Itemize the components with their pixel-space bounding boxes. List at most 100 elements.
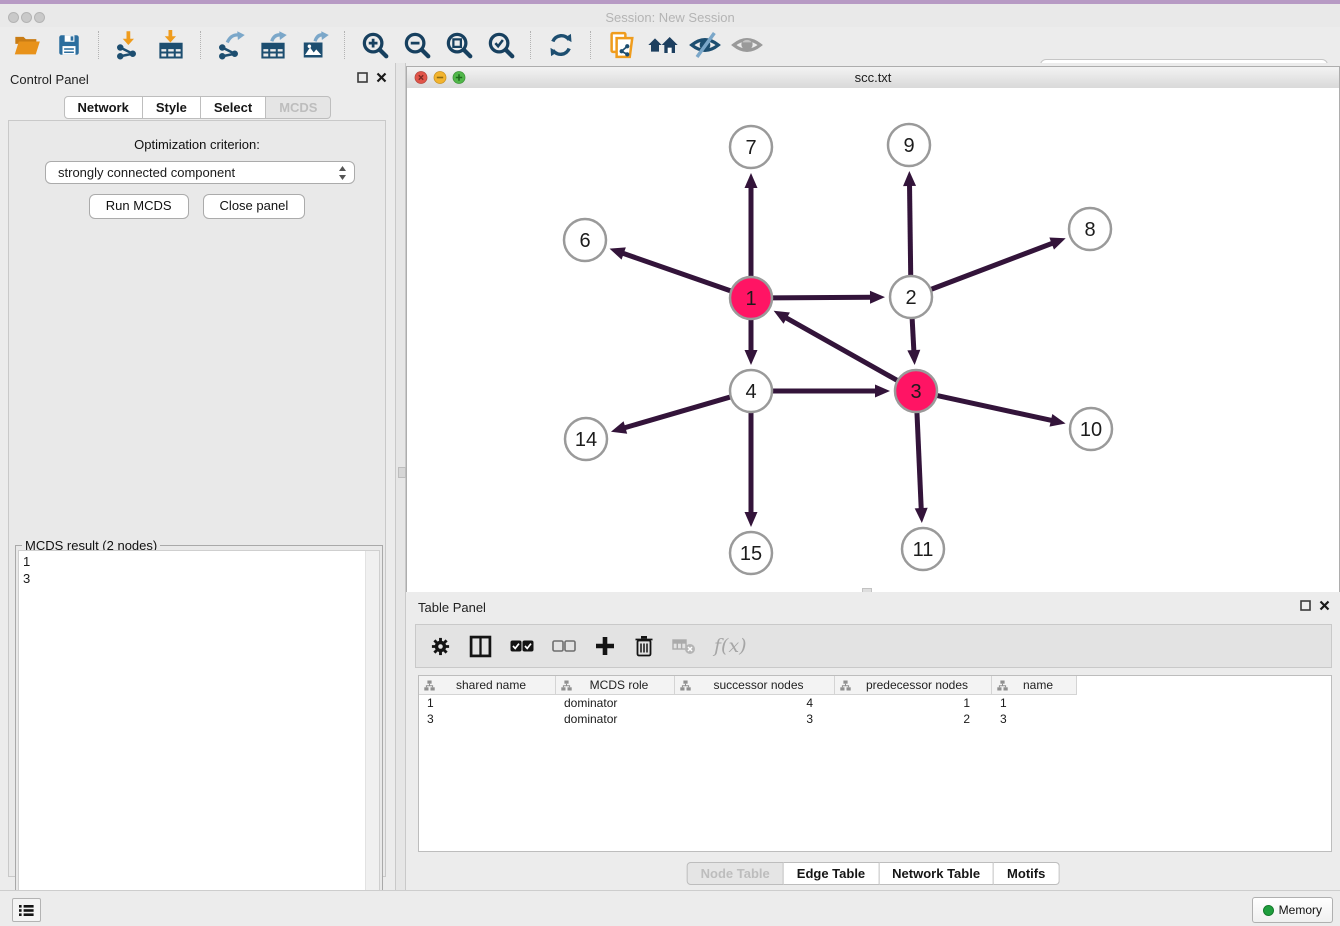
node-table[interactable]: shared nameMCDS role successor nodes prede… xyxy=(418,675,1332,852)
zoom-in-icon[interactable] xyxy=(358,29,392,61)
table-cell[interactable]: 3 xyxy=(992,711,1077,727)
open-session-icon[interactable] xyxy=(10,29,44,61)
mcds-result-line: 1 xyxy=(23,553,375,570)
import-table-icon[interactable] xyxy=(154,29,188,61)
tab-network-table[interactable]: Network Table xyxy=(879,862,994,885)
table-row[interactable]: 3dominator323 xyxy=(419,711,1331,727)
export-table-icon[interactable] xyxy=(256,29,290,61)
tab-mcds[interactable]: MCDS xyxy=(266,96,331,119)
float-table-panel-icon[interactable] xyxy=(1300,600,1311,611)
table-cell[interactable]: 1 xyxy=(992,695,1077,711)
network-graph[interactable]: 7968124314101511 xyxy=(407,88,1339,591)
memory-button[interactable]: Memory xyxy=(1252,897,1333,923)
column-header-predecessor-nodes[interactable]: predecessor nodes xyxy=(835,676,992,695)
table-cell[interactable]: 1 xyxy=(835,695,992,711)
run-mcds-button[interactable]: Run MCDS xyxy=(89,194,189,219)
task-history-button[interactable] xyxy=(12,898,41,922)
add-icon[interactable] xyxy=(594,635,616,657)
graph-node-label: 1 xyxy=(745,288,756,310)
close-table-panel-icon[interactable] xyxy=(1319,600,1330,611)
import-network-icon[interactable] xyxy=(112,29,146,61)
graph-edge-3-10[interactable] xyxy=(936,395,1053,420)
memory-status-icon xyxy=(1263,905,1274,916)
save-session-icon[interactable] xyxy=(52,29,86,61)
show-column-icon[interactable] xyxy=(469,635,492,658)
column-type-icon xyxy=(997,680,1008,691)
column-header-shared-name[interactable]: shared name xyxy=(419,676,556,695)
table-cell[interactable]: 2 xyxy=(835,711,992,727)
close-panel-button[interactable]: Close panel xyxy=(203,194,306,219)
toolbar-separator xyxy=(590,31,592,59)
zoom-out-icon[interactable] xyxy=(400,29,434,61)
table-cell[interactable]: dominator xyxy=(556,711,675,727)
tab-motifs[interactable]: Motifs xyxy=(994,862,1059,885)
deselect-all-icon[interactable] xyxy=(552,639,576,653)
table-cell[interactable]: 3 xyxy=(419,711,556,727)
delete-table-icon[interactable] xyxy=(672,637,696,655)
apply-layout-icon[interactable] xyxy=(544,29,578,61)
graph-edge-arrowhead xyxy=(907,350,920,365)
delete-icon[interactable] xyxy=(634,635,654,657)
network-window-titlebar[interactable]: scc.txt xyxy=(407,67,1339,89)
graph-edge-arrowhead xyxy=(745,512,758,527)
select-stepper-icon xyxy=(338,165,347,181)
toolbar-separator xyxy=(200,31,202,59)
graph-node-label: 4 xyxy=(745,381,756,403)
memory-label: Memory xyxy=(1279,903,1322,917)
table-cell[interactable]: 1 xyxy=(419,695,556,711)
graph-edge-arrowhead xyxy=(1050,414,1066,427)
graph-edge-1-2[interactable] xyxy=(771,297,872,298)
export-network-icon[interactable] xyxy=(214,29,248,61)
tab-style[interactable]: Style xyxy=(143,96,201,119)
show-graphics-details-icon[interactable] xyxy=(688,29,722,61)
table-cell[interactable]: dominator xyxy=(556,695,675,711)
graph-node-label: 6 xyxy=(579,230,590,252)
mcds-result-box: MCDS result (2 nodes) 13 xyxy=(15,545,383,925)
column-header-label: predecessor nodes xyxy=(855,678,991,692)
graph-edge-3-11[interactable] xyxy=(917,411,921,510)
select-all-icon[interactable] xyxy=(510,639,534,653)
graph-edge-3-1[interactable] xyxy=(785,317,899,381)
tab-select[interactable]: Select xyxy=(201,96,266,119)
window-title: Session: New Session xyxy=(0,10,1340,25)
graph-edge-2-9[interactable] xyxy=(910,184,911,277)
graph-edge-2-8[interactable] xyxy=(930,243,1054,290)
graph-edge-1-6[interactable] xyxy=(622,253,732,292)
control-panel-tabs: NetworkStyleSelectMCDS xyxy=(64,96,332,119)
close-panel-icon[interactable] xyxy=(376,72,387,83)
table-settings-gear-icon[interactable] xyxy=(430,636,451,657)
graph-node-label: 14 xyxy=(575,429,597,451)
level-of-detail-icon[interactable] xyxy=(730,29,764,61)
result-scrollbar[interactable] xyxy=(365,551,379,921)
table-row[interactable]: 1dominator411 xyxy=(419,695,1331,711)
tab-node-table[interactable]: Node Table xyxy=(687,862,784,885)
table-cell[interactable]: 4 xyxy=(675,695,835,711)
table-cell[interactable]: 3 xyxy=(675,711,835,727)
tab-edge-table[interactable]: Edge Table xyxy=(784,862,879,885)
column-header-successor-nodes[interactable]: successor nodes xyxy=(675,676,835,695)
clone-network-icon[interactable] xyxy=(604,29,638,61)
toolbar-separator xyxy=(530,31,532,59)
column-header-label: successor nodes xyxy=(695,678,834,692)
application-window: Session: New Session xyxy=(0,0,1340,926)
toolbar-separator xyxy=(98,31,100,59)
mcds-result-list[interactable]: 13 xyxy=(18,550,380,922)
column-header-MCDS-role[interactable]: MCDS role xyxy=(556,676,675,695)
first-neighbors-icon[interactable] xyxy=(646,29,680,61)
graph-edge-2-3[interactable] xyxy=(912,317,914,352)
criterion-select[interactable]: strongly connected component xyxy=(45,161,355,184)
graph-edge-4-14[interactable] xyxy=(623,397,731,429)
zoom-selected-icon[interactable] xyxy=(484,29,518,61)
zoom-fit-icon[interactable] xyxy=(442,29,476,61)
splitter-handle[interactable] xyxy=(398,467,406,478)
float-panel-icon[interactable] xyxy=(357,72,368,83)
tab-network[interactable]: Network xyxy=(64,96,143,119)
control-panel: Control Panel NetworkStyleSelectMCDS Opt… xyxy=(0,63,395,890)
table-panel-title: Table Panel xyxy=(418,600,486,615)
export-image-icon[interactable] xyxy=(298,29,332,61)
panel-splitter[interactable] xyxy=(395,63,406,890)
column-type-icon xyxy=(424,680,435,691)
network-canvas[interactable]: 7968124314101511 xyxy=(407,88,1339,592)
column-header-name[interactable]: name xyxy=(992,676,1077,695)
graph-edge-arrowhead xyxy=(745,350,758,365)
